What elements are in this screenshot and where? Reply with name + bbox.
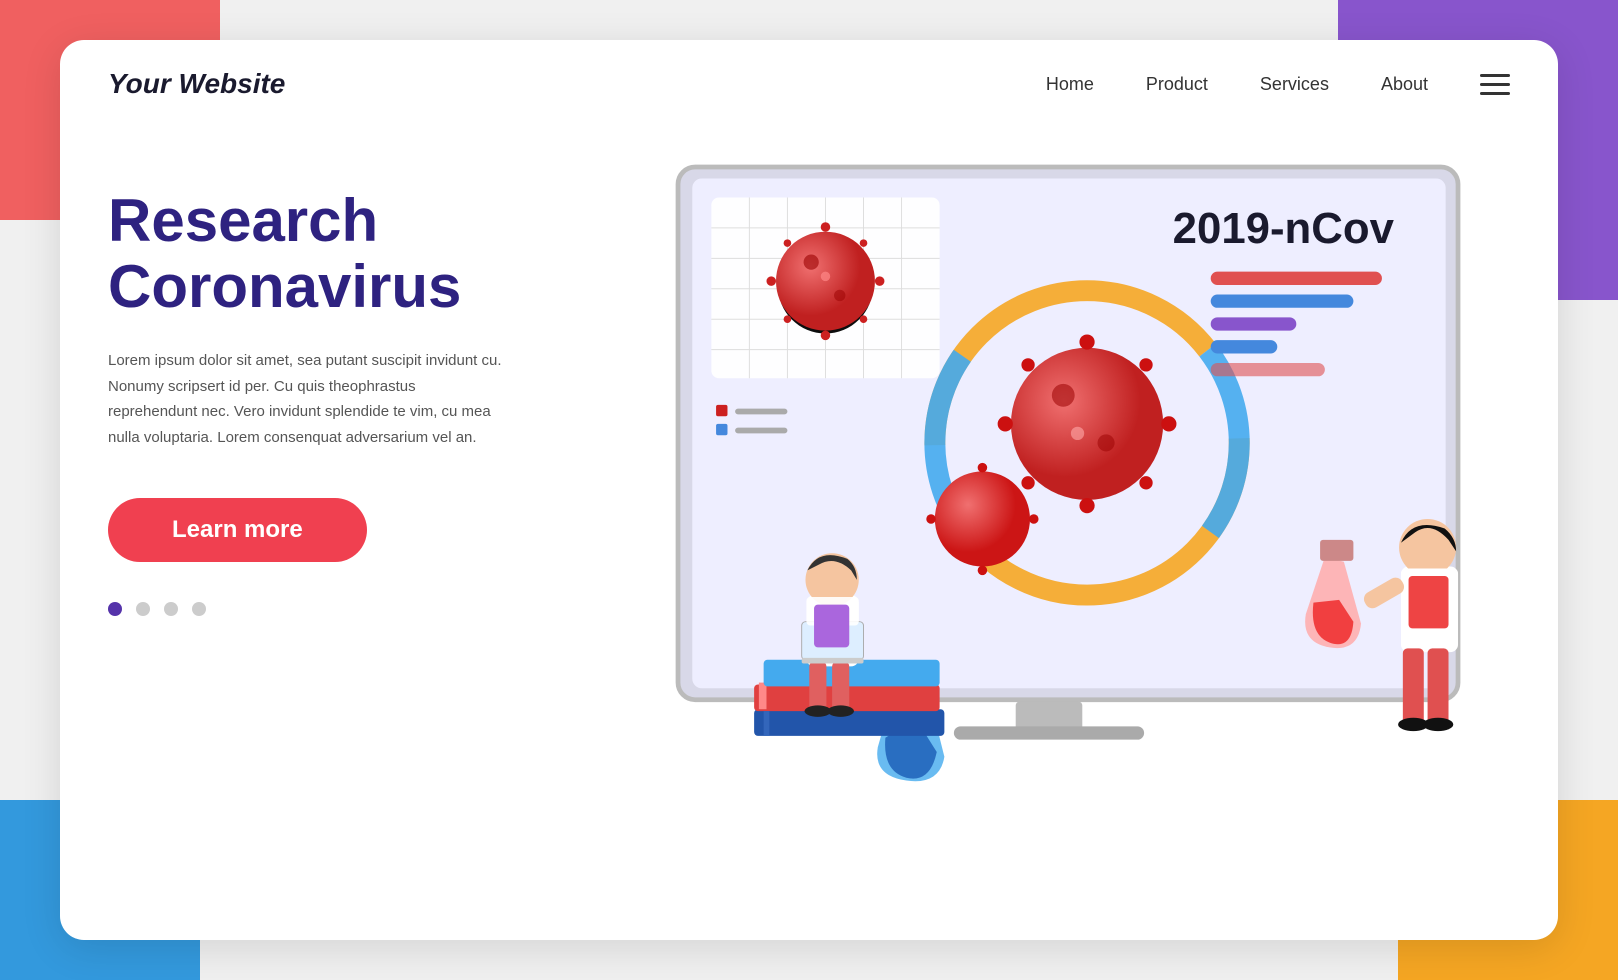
nav-link-services[interactable]: Services bbox=[1260, 74, 1329, 94]
nav-links: Home Product Services About bbox=[1046, 74, 1428, 95]
nav-link-home[interactable]: Home bbox=[1046, 74, 1094, 94]
svg-text:2019-nCov: 2019-nCov bbox=[1173, 204, 1395, 253]
pagination-dots bbox=[108, 602, 588, 616]
hamburger-line-1 bbox=[1480, 74, 1510, 77]
hamburger-menu[interactable] bbox=[1480, 74, 1510, 95]
content-area: Research Coronavirus Lorem ipsum dolor s… bbox=[60, 128, 1558, 928]
left-panel: Research Coronavirus Lorem ipsum dolor s… bbox=[108, 148, 588, 616]
nav-link-about[interactable]: About bbox=[1381, 74, 1428, 94]
dot-4[interactable] bbox=[192, 602, 206, 616]
nav-link-product[interactable]: Product bbox=[1146, 74, 1208, 94]
headline-line1: Research bbox=[108, 187, 378, 254]
nav-item-home[interactable]: Home bbox=[1046, 74, 1094, 95]
brand-logo[interactable]: Your Website bbox=[108, 68, 285, 100]
headline-line2: Coronavirus bbox=[108, 253, 461, 320]
dot-1[interactable] bbox=[108, 602, 122, 616]
headline: Research Coronavirus bbox=[108, 188, 588, 320]
learn-more-button[interactable]: Learn more bbox=[108, 498, 367, 562]
dot-3[interactable] bbox=[164, 602, 178, 616]
nav-item-product[interactable]: Product bbox=[1146, 74, 1208, 95]
navbar: Your Website Home Product Services About bbox=[60, 40, 1558, 128]
right-panel: 2019-nCov bbox=[588, 148, 1510, 928]
main-card: Your Website Home Product Services About bbox=[60, 40, 1558, 940]
nav-item-services[interactable]: Services bbox=[1260, 74, 1329, 95]
hero-illustration: 2019-nCov bbox=[588, 148, 1510, 928]
nav-item-about[interactable]: About bbox=[1381, 74, 1428, 95]
dot-2[interactable] bbox=[136, 602, 150, 616]
hero-description: Lorem ipsum dolor sit amet, sea putant s… bbox=[108, 348, 508, 450]
hamburger-line-3 bbox=[1480, 92, 1510, 95]
hamburger-line-2 bbox=[1480, 83, 1510, 86]
